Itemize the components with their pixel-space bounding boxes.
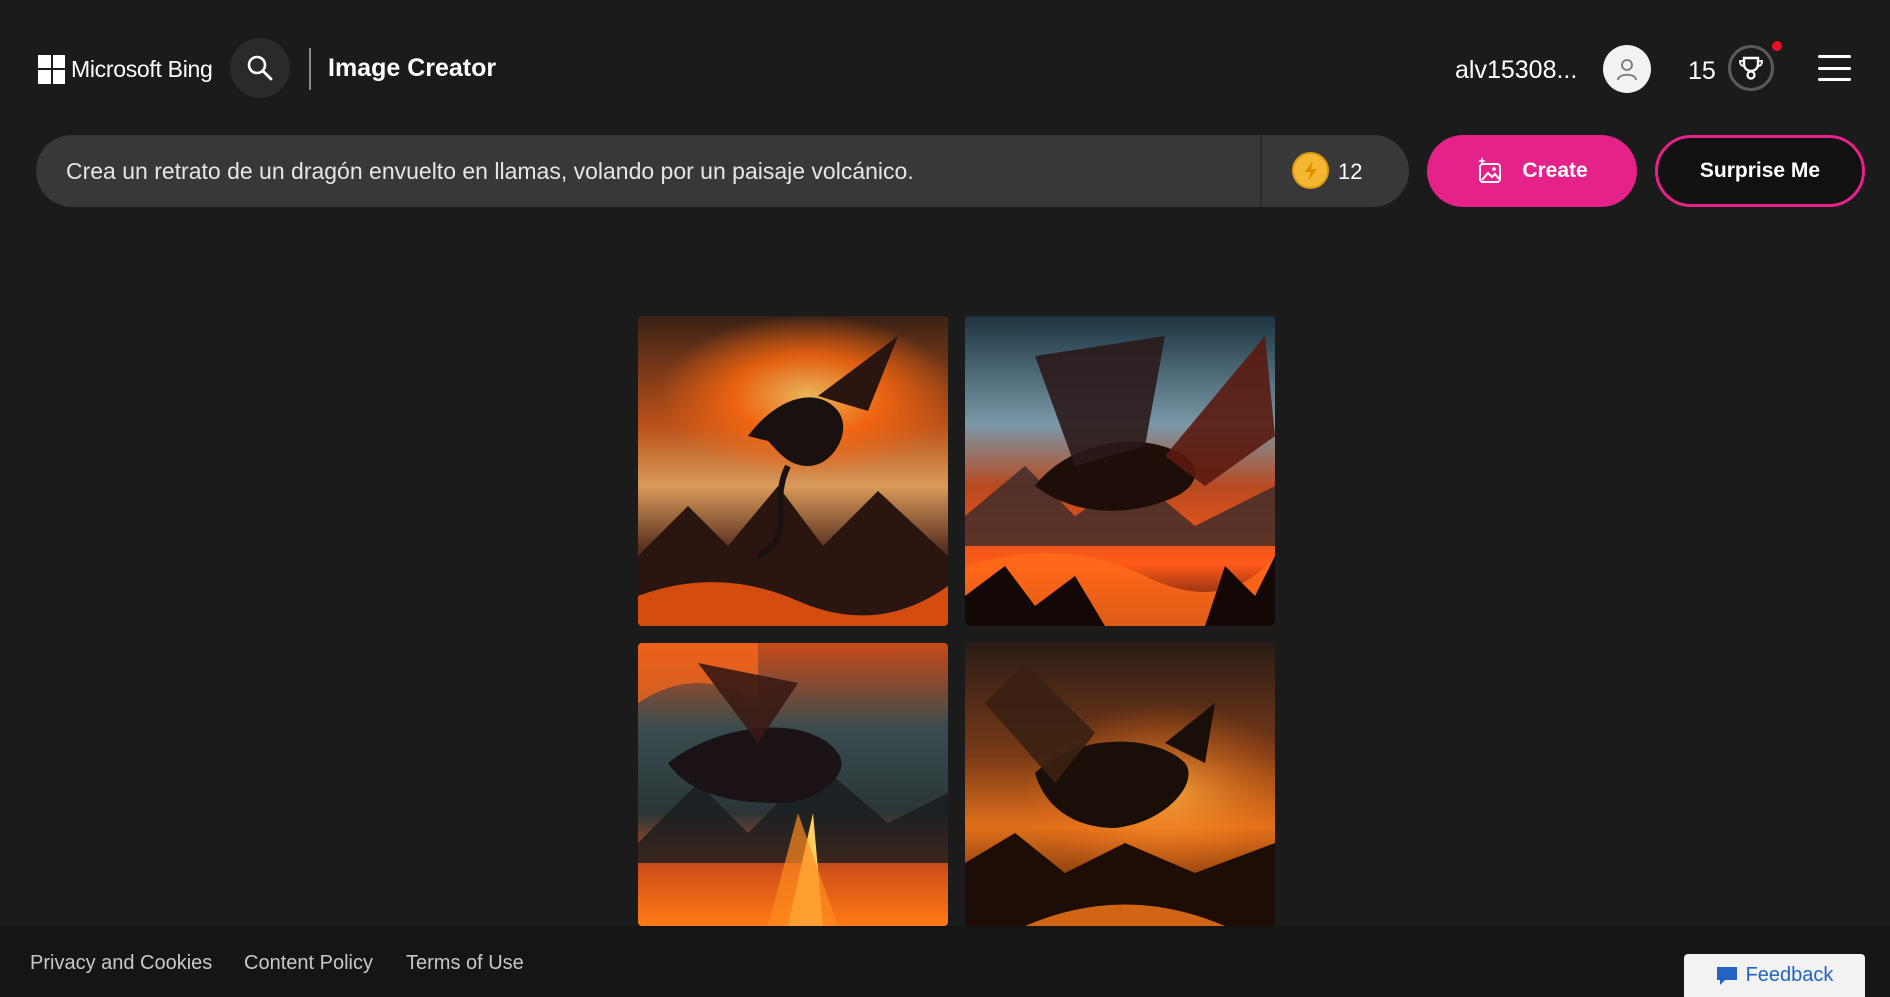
search-button[interactable] [230, 38, 290, 98]
rewards-button[interactable] [1728, 45, 1774, 91]
footer: Privacy and Cookies Content Policy Terms… [0, 926, 1890, 997]
feedback-chat-icon [1716, 966, 1737, 985]
header: Microsoft Bing Image Creator alv15308...… [0, 0, 1890, 135]
username[interactable]: alv15308... [1455, 56, 1580, 85]
menu-icon-line [1818, 55, 1851, 58]
avatar[interactable] [1603, 45, 1651, 93]
feedback-label: Feedback [1745, 964, 1834, 986]
menu-icon-line [1818, 66, 1851, 70]
rewards-points[interactable]: 15 [1688, 57, 1716, 86]
notification-dot [1772, 41, 1782, 51]
boost-count: 12 [1338, 159, 1363, 184]
prompt-input[interactable] [66, 135, 1286, 207]
trophy-icon [1739, 56, 1763, 80]
prompt-divider [1260, 135, 1262, 207]
hamburger-menu-button[interactable] [1818, 55, 1851, 81]
generated-image-2[interactable] [965, 316, 1275, 626]
terms-link[interactable]: Terms of Use [406, 952, 524, 975]
generated-image-4[interactable] [965, 643, 1275, 926]
privacy-link[interactable]: Privacy and Cookies [30, 952, 212, 975]
surprise-me-label: Surprise Me [1699, 159, 1821, 182]
header-divider [309, 48, 311, 90]
surprise-me-button[interactable]: Surprise Me [1655, 135, 1865, 207]
user-icon [1617, 59, 1637, 81]
create-button-label: Create [1522, 159, 1588, 182]
image-sparkle-icon [1478, 157, 1502, 183]
create-button[interactable]: Create [1427, 135, 1637, 207]
windows-logo-icon [38, 54, 65, 84]
generated-image-1[interactable] [638, 316, 948, 626]
menu-icon-line [1818, 78, 1851, 81]
page-title[interactable]: Image Creator [328, 54, 496, 83]
generated-image-3[interactable] [638, 643, 948, 926]
content-policy-link[interactable]: Content Policy [244, 952, 373, 975]
boost-coin-icon [1292, 152, 1329, 189]
prompt-bar: 12 [36, 135, 1409, 207]
microsoft-bing-logo[interactable]: Microsoft Bing [38, 52, 213, 86]
feedback-button[interactable]: Feedback [1684, 954, 1865, 997]
search-icon [247, 55, 273, 81]
brand-name: Microsoft Bing [71, 55, 213, 82]
